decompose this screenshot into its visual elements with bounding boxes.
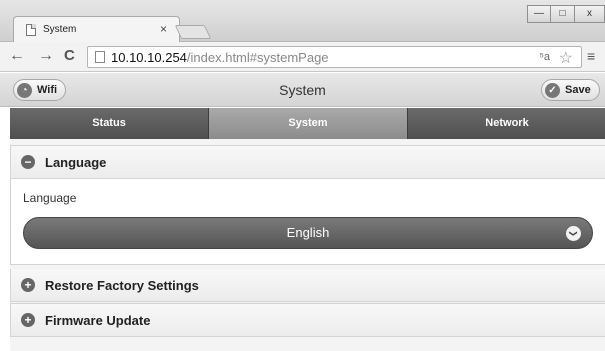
restore-section: + Restore Factory Settings <box>10 269 605 302</box>
save-button[interactable]: ✓ Save <box>541 79 600 101</box>
tab-system[interactable]: System <box>209 108 408 139</box>
close-window-button[interactable]: x <box>575 5 605 23</box>
window-controls: — □ x <box>527 5 605 23</box>
main-content: − Language Language English ❯ + Restore … <box>10 139 605 351</box>
language-section-body: Language English ❯ <box>11 178 605 264</box>
page-title: System <box>279 82 326 98</box>
url-host: 10.10.10.254 <box>111 50 187 65</box>
menu-icon[interactable]: ≡ <box>587 48 595 64</box>
language-select[interactable]: English ❯ <box>23 217 593 249</box>
firmware-section: + Firmware Update <box>10 303 605 337</box>
app-header: ◔ Wifi System ✓ Save <box>0 73 605 107</box>
chevron-down-icon: ❯ <box>566 226 581 241</box>
page-icon <box>95 51 105 63</box>
new-tab-button[interactable] <box>174 25 212 39</box>
firmware-section-title: Firmware Update <box>45 312 151 328</box>
check-icon: ✓ <box>545 82 560 98</box>
tab-network[interactable]: Network <box>408 108 605 139</box>
plus-icon: + <box>21 313 35 327</box>
browser-toolbar: ← → C 10.10.10.254/index.html#systemPage… <box>0 42 605 72</box>
maximize-button[interactable]: □ <box>551 5 575 23</box>
star-icon[interactable]: ☆ <box>559 48 573 68</box>
browser-tab[interactable]: System × <box>13 16 180 43</box>
close-tab-icon[interactable]: × <box>160 22 167 36</box>
restore-section-header[interactable]: + Restore Factory Settings <box>11 269 605 301</box>
restore-section-title: Restore Factory Settings <box>45 277 199 293</box>
firmware-section-header[interactable]: + Firmware Update <box>11 304 605 336</box>
language-select-value: English <box>286 225 330 240</box>
language-field-label: Language <box>23 191 77 205</box>
address-bar[interactable]: 10.10.10.254/index.html#systemPage ⁵a ☆ <box>87 46 582 68</box>
minus-icon: − <box>21 155 35 169</box>
translate-icon[interactable]: ⁵a <box>539 51 550 63</box>
url-path: /index.html#systemPage <box>186 50 329 65</box>
page-icon <box>26 24 36 36</box>
forward-arrow-icon[interactable]: → <box>38 48 54 64</box>
reload-icon[interactable]: C <box>64 48 75 64</box>
tab-bar: Status System Network <box>10 108 605 139</box>
url-text: 10.10.10.254/index.html#systemPage <box>111 50 329 65</box>
language-section-header[interactable]: − Language <box>11 146 605 178</box>
minimize-button[interactable]: — <box>527 5 551 23</box>
language-section: − Language Language English ❯ <box>10 145 605 265</box>
plus-icon: + <box>21 278 35 292</box>
back-arrow-icon[interactable]: ← <box>9 48 25 64</box>
language-section-title: Language <box>45 154 107 170</box>
tab-title: System <box>43 24 77 35</box>
browser-titlebar: System × — □ x <box>0 0 605 43</box>
tab-status[interactable]: Status <box>10 108 209 139</box>
save-button-label: Save <box>565 84 591 96</box>
